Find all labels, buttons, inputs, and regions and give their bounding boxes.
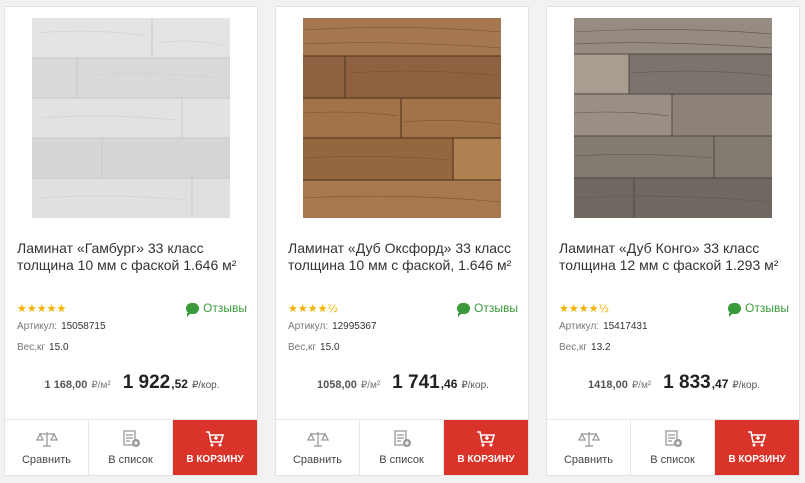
cart-label: В КОРЗИНУ <box>186 454 244 465</box>
price-block: 1 168,00 ₽/м² 1 922 ,52 ₽/кор. <box>5 372 259 394</box>
cart-label: В КОРЗИНУ <box>728 454 786 465</box>
price-box-integer: 1 922 <box>122 372 171 393</box>
add-to-cart-button[interactable]: В КОРЗИНУ <box>173 420 257 475</box>
product-card: Ламинат «Дуб Оксфорд» 33 класс толщина 1… <box>275 6 529 476</box>
add-to-list-button[interactable]: В список <box>631 420 715 475</box>
laminate-image-oak <box>303 18 501 218</box>
price-box-decimal: ,52 <box>171 377 188 391</box>
price-per-m2: 1 168,00 <box>44 379 88 391</box>
weight-row: Вес,кг 15.0 <box>17 342 69 353</box>
price-box-integer: 1 741 <box>392 372 440 393</box>
reviews-link[interactable]: Отзывы <box>728 301 789 317</box>
sku-label: Артикул: <box>559 321 600 332</box>
price-block: 1058,00 ₽/м² 1 741 ,46 ₽/кор. <box>276 372 530 394</box>
cart-icon <box>477 431 496 447</box>
weight-row: Вес,кг 13.2 <box>559 342 611 353</box>
list-label: В список <box>650 453 695 466</box>
rating-stars: ★★★★★ <box>17 302 67 315</box>
sku-value: 15417431 <box>603 321 648 332</box>
rating-stars: ★★★★½ <box>288 302 339 315</box>
add-to-list-button[interactable]: В список <box>360 420 444 475</box>
chat-bubble-icon <box>457 302 471 317</box>
list-label: В список <box>108 453 153 466</box>
laminate-image-gray <box>32 18 230 218</box>
price-block: 1418,00 ₽/м² 1 833 ,47 ₽/кор. <box>547 372 801 394</box>
sku-row: Артикул: 12995367 <box>288 321 377 332</box>
sku-row: Артикул: 15058715 <box>17 321 106 332</box>
price-box-integer: 1 833 <box>663 372 711 393</box>
reviews-link[interactable]: Отзывы <box>186 301 247 317</box>
sku-value: 15058715 <box>61 321 106 332</box>
product-grid: Ламинат «Гамбург» 33 класс толщина 10 мм… <box>0 0 805 483</box>
weight-value: 13.2 <box>591 342 611 353</box>
list-add-icon <box>664 429 682 447</box>
compare-button[interactable]: Сравнить <box>547 420 631 475</box>
weight-label: Вес,кг <box>17 342 46 353</box>
weight-label: Вес,кг <box>288 342 317 353</box>
add-to-cart-button[interactable]: В КОРЗИНУ <box>444 420 528 475</box>
cart-icon <box>206 431 225 447</box>
add-to-list-button[interactable]: В список <box>89 420 173 475</box>
price-per-m2: 1418,00 <box>588 379 628 391</box>
compare-label: Сравнить <box>21 453 71 466</box>
reviews-label: Отзывы <box>474 301 518 315</box>
product-title[interactable]: Ламинат «Дуб Конго» 33 класс толщина 12 … <box>559 240 795 274</box>
product-image[interactable] <box>574 18 772 218</box>
product-image[interactable] <box>303 18 501 218</box>
reviews-label: Отзывы <box>203 301 247 315</box>
sku-value: 12995367 <box>332 321 377 332</box>
price-per-m2-unit: ₽/м² <box>631 380 652 391</box>
price-box-decimal: ,46 <box>440 377 458 391</box>
compare-button[interactable]: Сравнить <box>276 420 360 475</box>
product-card: Ламинат «Дуб Конго» 33 класс толщина 12 … <box>546 6 800 476</box>
weight-value: 15.0 <box>320 342 340 353</box>
scales-icon <box>577 431 600 447</box>
rating-stars: ★★★★½ <box>559 302 610 315</box>
list-add-icon <box>393 429 411 447</box>
chat-bubble-icon <box>186 302 200 317</box>
sku-label: Артикул: <box>288 321 329 332</box>
compare-button[interactable]: Сравнить <box>5 420 89 475</box>
reviews-label: Отзывы <box>745 301 789 315</box>
add-to-cart-button[interactable]: В КОРЗИНУ <box>715 420 799 475</box>
price-box-decimal: ,47 <box>711 377 729 391</box>
cart-icon <box>748 431 767 447</box>
price-per-m2-unit: ₽/м² <box>91 380 111 391</box>
weight-row: Вес,кг 15.0 <box>288 342 340 353</box>
weight-value: 15.0 <box>49 342 69 353</box>
compare-label: Сравнить <box>292 453 342 466</box>
weight-label: Вес,кг <box>559 342 588 353</box>
product-card: Ламинат «Гамбург» 33 класс толщина 10 мм… <box>4 6 258 476</box>
sku-label: Артикул: <box>17 321 58 332</box>
chat-bubble-icon <box>728 302 742 317</box>
price-box-unit: ₽/кор. <box>191 380 220 391</box>
cart-label: В КОРЗИНУ <box>457 454 515 465</box>
product-image[interactable] <box>32 18 230 218</box>
laminate-image-gray-oak <box>574 18 772 218</box>
compare-label: Сравнить <box>563 453 613 466</box>
sku-row: Артикул: 15417431 <box>559 321 648 332</box>
product-title[interactable]: Ламинат «Гамбург» 33 класс толщина 10 мм… <box>17 240 253 274</box>
price-per-m2-unit: ₽/м² <box>360 380 381 391</box>
scales-icon <box>35 431 58 447</box>
card-actions: Сравнить В список В КОРЗИНУ <box>5 419 257 475</box>
price-box-unit: ₽/кор. <box>732 380 760 391</box>
card-actions: Сравнить В список В КОРЗИНУ <box>547 419 799 475</box>
list-add-icon <box>122 429 140 447</box>
list-label: В список <box>379 453 424 466</box>
scales-icon <box>306 431 329 447</box>
price-box-unit: ₽/кор. <box>461 380 489 391</box>
reviews-link[interactable]: Отзывы <box>457 301 518 317</box>
card-actions: Сравнить В список В КОРЗИНУ <box>276 419 528 475</box>
product-title[interactable]: Ламинат «Дуб Оксфорд» 33 класс толщина 1… <box>288 240 524 274</box>
price-per-m2: 1058,00 <box>317 379 357 391</box>
